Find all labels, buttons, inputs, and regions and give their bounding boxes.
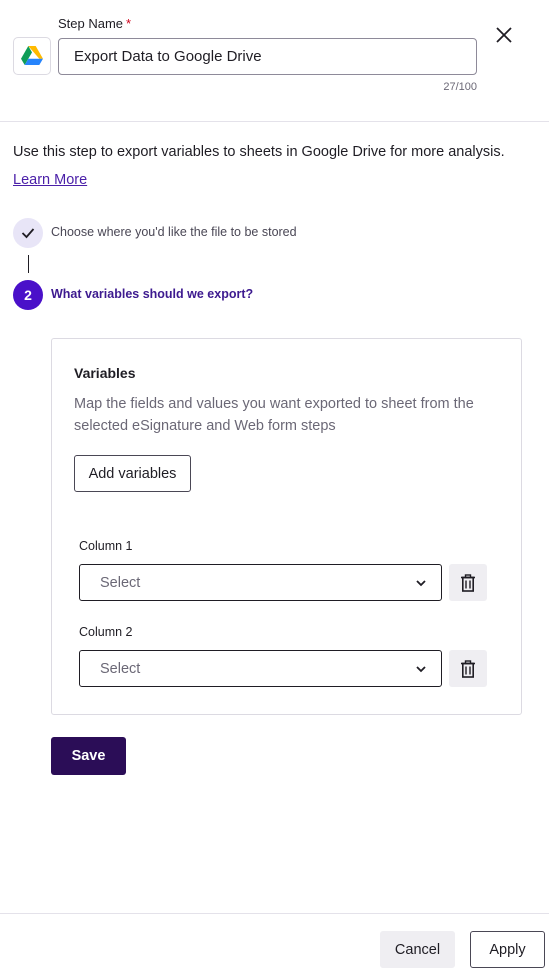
step-1-complete-indicator	[13, 218, 43, 248]
column-1-label: Column 1	[79, 539, 133, 553]
variables-description: Map the fields and values you want expor…	[74, 396, 474, 434]
cancel-button[interactable]: Cancel	[380, 931, 455, 968]
apply-button[interactable]: Apply	[470, 931, 545, 968]
save-button[interactable]: Save	[51, 737, 126, 775]
variables-card: Variables Map the fields and values you …	[51, 338, 522, 715]
variables-title: Variables	[74, 365, 136, 381]
add-variables-button[interactable]: Add variables	[74, 455, 191, 492]
checkmark-icon	[21, 228, 35, 239]
learn-more-link[interactable]: Learn More	[13, 172, 87, 188]
close-button[interactable]	[491, 22, 517, 48]
column-2-select[interactable]: Select	[79, 650, 442, 687]
step-description: Use this step to export variables to she…	[13, 144, 505, 160]
column-1-select[interactable]: Select	[79, 564, 442, 601]
character-count: 27/100	[443, 81, 477, 93]
trash-icon	[461, 573, 475, 592]
step-name-input[interactable]	[58, 38, 477, 75]
chevron-down-icon	[416, 666, 426, 673]
step-header: Step Name* 27/100	[0, 0, 549, 122]
step-2-label: What variables should we export?	[51, 287, 254, 301]
column-2-label: Column 2	[79, 625, 133, 639]
column-1-select-value: Select	[100, 574, 141, 591]
step-connector	[28, 255, 29, 273]
close-icon	[496, 27, 512, 43]
google-drive-icon	[13, 37, 51, 75]
column-1-delete-button[interactable]	[449, 564, 487, 601]
trash-icon	[461, 659, 475, 678]
required-marker: *	[126, 16, 132, 31]
step-name-label: Step Name *	[58, 16, 132, 31]
step-1-label[interactable]: Choose where you'd like the file to be s…	[51, 225, 297, 239]
column-2-delete-button[interactable]	[449, 650, 487, 687]
column-2-select-value: Select	[100, 660, 141, 677]
footer-bar: Cancel Apply	[0, 913, 549, 974]
step-2-number: 2	[13, 280, 43, 310]
chevron-down-icon	[416, 580, 426, 587]
